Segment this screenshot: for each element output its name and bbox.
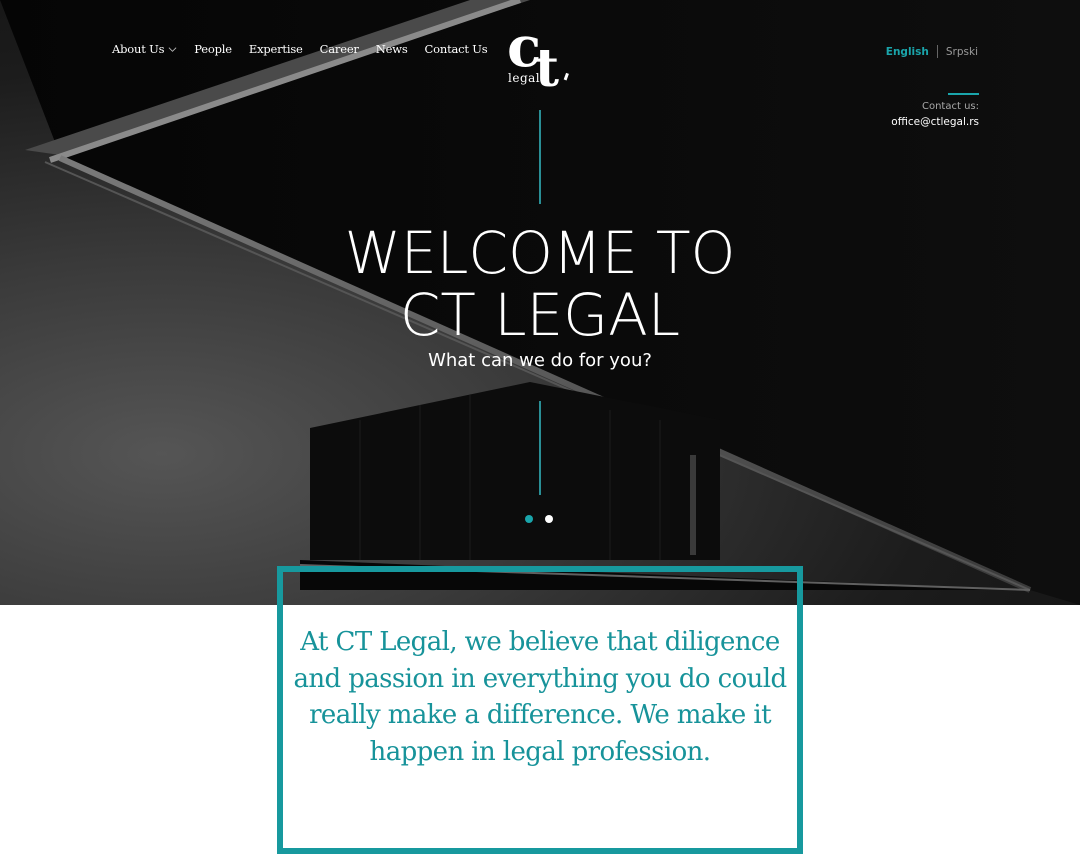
nav-label: People	[194, 42, 232, 56]
main-navigation: About Us People Expertise Career News Co…	[112, 42, 504, 56]
slider-dot-1[interactable]	[525, 515, 533, 523]
ct-legal-logo[interactable]: c t legal	[505, 14, 575, 99]
decorative-line-top	[539, 110, 541, 204]
nav-item-contact-us[interactable]: Contact Us	[425, 42, 488, 56]
contact-email-link[interactable]: office@ctlegal.rs	[891, 116, 979, 128]
nav-label: About Us	[112, 42, 165, 56]
hero-title-line-1: WELCOME TO	[344, 219, 736, 287]
nav-item-news[interactable]: News	[376, 42, 408, 56]
contact-label: Contact us:	[921, 101, 979, 112]
mission-statement: At CT Legal, we believe that diligence a…	[293, 627, 787, 767]
hero-title: WELCOME TO CT LEGAL	[0, 222, 1080, 346]
nav-label: News	[375, 42, 408, 56]
contact-accent-bar	[948, 93, 979, 95]
svg-text:legal: legal	[508, 71, 540, 85]
language-english[interactable]: English	[886, 46, 929, 58]
nav-label: Contact Us	[424, 42, 488, 56]
slider-dot-2[interactable]	[545, 515, 553, 523]
language-divider	[936, 45, 938, 58]
slider-pagination	[525, 515, 565, 523]
nav-item-career[interactable]: Career	[320, 42, 359, 56]
hero-section: About Us People Expertise Career News Co…	[0, 0, 1080, 605]
nav-label: Expertise	[248, 42, 303, 56]
nav-item-about-us[interactable]: About Us	[112, 42, 177, 56]
nav-item-people[interactable]: People	[194, 42, 232, 56]
nav-label: Career	[319, 42, 359, 56]
hero-subtitle: What can we do for you?	[428, 350, 652, 371]
chevron-down-icon	[168, 46, 177, 52]
hero-title-line-2: CT LEGAL	[399, 281, 681, 349]
language-srpski[interactable]: Srpski	[946, 46, 978, 58]
logo-mark-icon: c t legal	[507, 14, 569, 99]
nav-item-expertise[interactable]: Expertise	[249, 42, 303, 56]
decorative-line-bottom	[539, 401, 541, 495]
language-switcher: English Srpski	[886, 45, 978, 58]
